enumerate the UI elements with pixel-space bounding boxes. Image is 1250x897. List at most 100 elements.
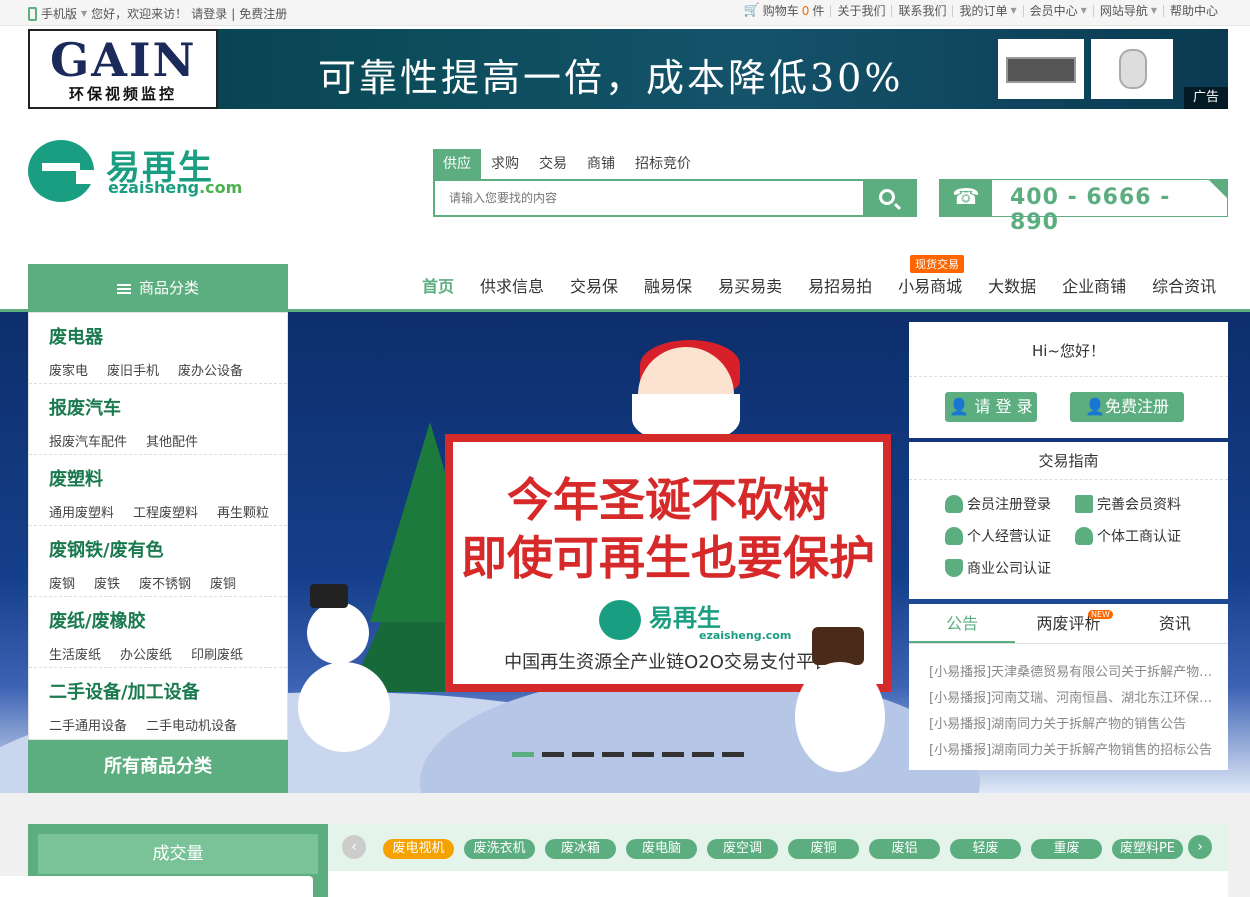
carousel-dot[interactable] <box>512 752 534 757</box>
subcategory-link[interactable]: 废家电 <box>49 360 88 379</box>
ad-label: 广告 <box>1184 87 1228 109</box>
nav-big-data[interactable]: 大数据 <box>975 264 1049 309</box>
subcategory-link[interactable]: 办公废纸 <box>120 644 172 663</box>
carousel-dot[interactable] <box>572 752 594 757</box>
tag-item[interactable]: 重废 <box>1031 839 1102 859</box>
subcategory-link[interactable]: 工程废塑料 <box>133 502 198 521</box>
category-group: 废塑料 通用废塑料 工程废塑料 再生颗粒 <box>29 455 287 526</box>
guide-individual-business-cert[interactable]: 个体工商认证 <box>1075 526 1181 546</box>
nav-shops[interactable]: 企业商铺 <box>1049 264 1139 309</box>
login-link[interactable]: 请登录 <box>191 5 227 22</box>
search-tab-trade[interactable]: 交易 <box>529 149 577 179</box>
subcategory-link[interactable]: 再生颗粒 <box>217 502 269 521</box>
carousel-dot[interactable] <box>602 752 624 757</box>
contact-link[interactable]: 联系我们 <box>891 5 952 17</box>
subcategory-link[interactable]: 废旧手机 <box>107 360 159 379</box>
chevron-down-icon: ▼ <box>1010 6 1017 15</box>
category-title[interactable]: 废钢铁/废有色 <box>49 536 164 562</box>
orders-link[interactable]: 我的订单 ▼ <box>952 5 1022 17</box>
search-tab-shop[interactable]: 商铺 <box>577 149 625 179</box>
nav-finance[interactable]: 融易保 <box>631 264 705 309</box>
divider: | <box>231 6 236 21</box>
tab-announcements[interactable]: 公告 <box>909 604 1016 643</box>
user-panel: Hi~您好！ 👤 请 登 录 👤免费注册 <box>909 322 1228 438</box>
mobile-icon[interactable] <box>28 6 37 21</box>
news-panel: 公告 两废评析 资讯 NEW [小易播报]天津桑德贸易有限公司关于拆解产物的销售… <box>909 604 1228 770</box>
nav-auction[interactable]: 易招易拍 <box>795 264 885 309</box>
all-categories-button[interactable]: 所有商品分类 <box>28 740 288 793</box>
tag-item[interactable]: 轻废 <box>950 839 1021 859</box>
carousel-dot[interactable] <box>722 752 744 757</box>
subcategory-link[interactable]: 废铜 <box>210 573 236 592</box>
spot-trading-badge: 现货交易 <box>910 255 964 273</box>
nav-home[interactable]: 首页 <box>409 264 467 309</box>
subcategory-link[interactable]: 废钢 <box>49 573 75 592</box>
ad-banner[interactable]: GAIN 环保视频监控 可靠性提高一倍，成本降低30% 广告 <box>28 29 1228 109</box>
tag-list: 废电视机 废洗衣机 废冰箱 废电脑 废空调 废铜 废铝 轻废 重废 废塑料PE <box>383 839 1183 859</box>
search-tab-bidding[interactable]: 招标竞价 <box>625 149 701 179</box>
register-link[interactable]: 免费注册 <box>239 5 287 22</box>
category-title[interactable]: 报废汽车 <box>49 394 121 420</box>
tag-item[interactable]: 废冰箱 <box>545 839 616 859</box>
tab-news[interactable]: 资讯 <box>1122 604 1228 643</box>
subcategory-link[interactable]: 二手电动机设备 <box>146 715 237 734</box>
subcategory-link[interactable]: 印刷废纸 <box>191 644 243 663</box>
category-title[interactable]: 二手设备/加工设备 <box>49 678 200 704</box>
subcategory-link[interactable]: 其他配件 <box>146 431 198 450</box>
tag-item[interactable]: 废洗衣机 <box>464 839 535 859</box>
site-nav-link[interactable]: 网站导航 ▼ <box>1092 5 1163 17</box>
carousel-dot[interactable] <box>542 752 564 757</box>
snowman-illustration <box>795 662 885 772</box>
guide-register-login[interactable]: 会员注册登录 <box>945 494 1051 514</box>
tag-item[interactable]: 废电视机 <box>383 839 454 859</box>
tag-item[interactable]: 废铜 <box>788 839 859 859</box>
carousel-dot[interactable] <box>692 752 714 757</box>
subcategory-link[interactable]: 生活废纸 <box>49 644 101 663</box>
guide-personal-cert[interactable]: 个人经营认证 <box>945 526 1051 546</box>
news-item[interactable]: [小易播报]湖南同力关于拆解产物的销售公告 <box>929 712 1214 738</box>
search-button[interactable] <box>863 181 915 215</box>
tag-item[interactable]: 废电脑 <box>626 839 697 859</box>
help-link[interactable]: 帮助中心 <box>1162 5 1224 17</box>
carousel-dot[interactable] <box>632 752 654 757</box>
category-title[interactable]: 废电器 <box>49 323 103 349</box>
nav-news[interactable]: 综合资讯 <box>1139 264 1229 309</box>
nav-buy-sell[interactable]: 易买易卖 <box>705 264 795 309</box>
register-button[interactable]: 👤免费注册 <box>1070 392 1184 422</box>
cart-link[interactable]: 🛒 购物车 0 件 <box>738 4 831 17</box>
search-input[interactable] <box>435 181 863 215</box>
mobile-link[interactable]: 手机版 <box>41 5 77 22</box>
about-link[interactable]: 关于我们 <box>830 5 891 17</box>
member-center-link[interactable]: 会员中心 ▼ <box>1022 5 1093 17</box>
subcategory-link[interactable]: 废铁 <box>94 573 120 592</box>
category-menu-button[interactable]: 商品分类 <box>28 264 288 312</box>
chevron-right-icon[interactable]: › <box>1188 835 1212 859</box>
subcategory-link[interactable]: 废办公设备 <box>178 360 243 379</box>
category-title[interactable]: 废塑料 <box>49 465 103 491</box>
search-icon <box>879 189 895 205</box>
chevron-left-icon[interactable]: ‹ <box>342 835 366 859</box>
site-logo[interactable]: 易再生 ezaisheng.com <box>28 140 248 202</box>
subcategory-link[interactable]: 二手通用设备 <box>49 715 127 734</box>
tag-item[interactable]: 废塑料PE <box>1112 839 1183 859</box>
carousel-dot[interactable] <box>662 752 684 757</box>
news-item[interactable]: [小易播报]湖南同力关于拆解产物销售的招标公告 <box>929 738 1214 764</box>
nav-trade-guarantee[interactable]: 交易保 <box>557 264 631 309</box>
tag-item[interactable]: 废空调 <box>707 839 778 859</box>
news-item[interactable]: [小易播报]天津桑德贸易有限公司关于拆解产物的销售公告 <box>929 660 1214 686</box>
category-sidebar: 废电器 废家电 废旧手机 废办公设备 报废汽车 报废汽车配件 其他配件 废塑料 通用废… <box>28 312 288 740</box>
logo-e-icon <box>599 600 641 640</box>
nav-supply-demand[interactable]: 供求信息 <box>467 264 557 309</box>
news-item[interactable]: [小易播报]河南艾瑞、河南恒昌、湖北东江环保关于拆解产物的销售公告 <box>929 686 1214 712</box>
search-tab-purchase[interactable]: 求购 <box>481 149 529 179</box>
search-tab-supply[interactable]: 供应 <box>433 149 481 179</box>
guide-company-cert[interactable]: 商业公司认证 <box>945 558 1051 578</box>
login-button[interactable]: 👤 请 登 录 <box>945 392 1037 422</box>
category-title[interactable]: 废纸/废橡胶 <box>49 607 146 633</box>
subcategory-link[interactable]: 报废汽车配件 <box>49 431 127 450</box>
subcategory-link[interactable]: 废不锈钢 <box>139 573 191 592</box>
guide-complete-profile[interactable]: 完善会员资料 <box>1075 494 1181 514</box>
subcategory-link[interactable]: 通用废塑料 <box>49 502 114 521</box>
tag-item[interactable]: 废铝 <box>869 839 940 859</box>
add-user-icon: 👤 <box>1085 397 1105 416</box>
